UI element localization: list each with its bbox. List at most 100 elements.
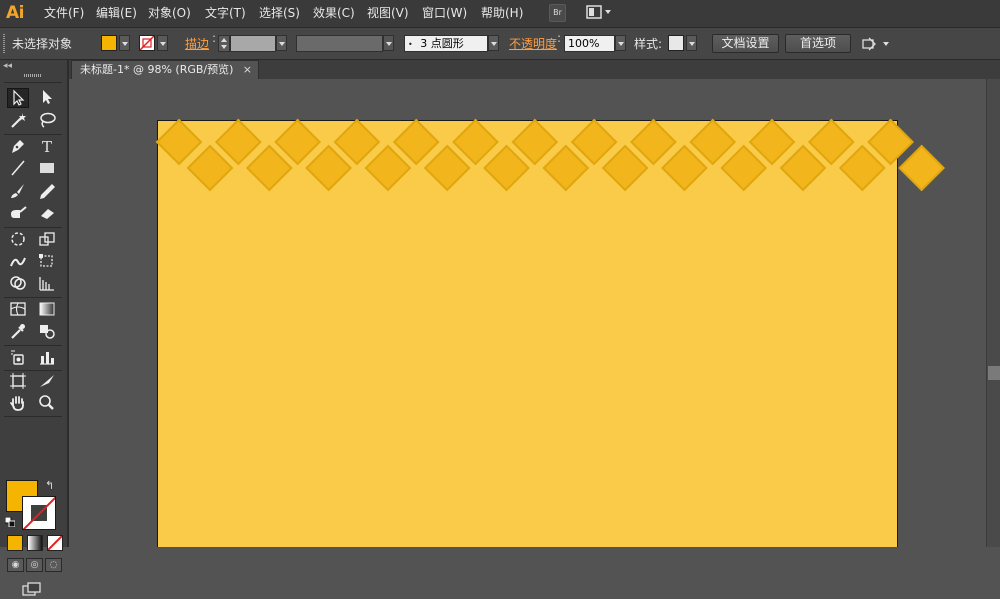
diamond-shape[interactable] — [689, 118, 737, 166]
diamond-shape[interactable] — [214, 118, 262, 166]
diamond-shape[interactable] — [601, 144, 649, 192]
diamond-shape[interactable] — [333, 118, 381, 166]
stroke-weight-dropdown[interactable] — [276, 35, 287, 51]
diamond-shape[interactable] — [186, 144, 234, 192]
zoom-tool[interactable] — [36, 394, 58, 414]
canvas-area[interactable] — [69, 79, 986, 547]
diamond-shape[interactable] — [155, 118, 203, 166]
menu-file[interactable]: 文件(F) — [44, 5, 84, 22]
brush-definition-field[interactable]: • 3 点圆形 — [404, 35, 488, 52]
perspective-grid-tool[interactable] — [36, 274, 58, 294]
collapse-panel-icon[interactable]: ◂◂ — [3, 61, 12, 71]
stroke-weight-stepper[interactable] — [218, 35, 230, 52]
lasso-tool[interactable] — [36, 111, 58, 131]
screen-mode-button[interactable] — [22, 582, 42, 596]
stroke-weight-field[interactable] — [230, 35, 276, 52]
none-mode-button[interactable] — [47, 535, 63, 551]
preferences-button[interactable]: 首选项 — [785, 34, 851, 53]
warp-tool[interactable] — [7, 252, 29, 272]
stroke-link[interactable]: 描边 — [185, 36, 209, 52]
diamond-shape[interactable] — [720, 144, 768, 192]
slice-tool[interactable] — [36, 372, 58, 392]
draw-inside-button[interactable]: ◌ — [45, 558, 62, 572]
blend-tool[interactable] — [36, 322, 58, 342]
menu-select[interactable]: 选择(S) — [259, 5, 300, 22]
fill-swatch[interactable] — [101, 35, 117, 51]
artboard-tool[interactable] — [7, 372, 29, 392]
magic-wand-tool[interactable] — [7, 111, 29, 131]
diamond-shape[interactable] — [898, 144, 946, 192]
bridge-button[interactable]: Br — [549, 4, 566, 22]
stroke-dropdown[interactable] — [157, 35, 168, 51]
menu-edit[interactable]: 编辑(E) — [96, 5, 137, 22]
scale-tool[interactable] — [36, 230, 58, 250]
diamond-shape[interactable] — [629, 118, 677, 166]
rectangle-tool[interactable] — [36, 159, 58, 179]
diamond-shape[interactable] — [807, 118, 855, 166]
pen-tool[interactable] — [7, 137, 29, 157]
diamond-shape[interactable] — [483, 144, 530, 192]
control-bar-grip[interactable] — [3, 34, 5, 54]
blob-brush-tool[interactable] — [7, 204, 29, 224]
profile-dropdown[interactable] — [383, 35, 394, 51]
menu-effect[interactable]: 效果(C) — [313, 5, 355, 22]
color-mode-button[interactable] — [7, 535, 23, 551]
diamond-shape[interactable] — [364, 144, 412, 192]
menu-window[interactable]: 窗口(W) — [422, 5, 467, 22]
graphic-style-swatch[interactable] — [668, 35, 684, 51]
paintbrush-tool[interactable] — [7, 182, 29, 202]
selection-tool[interactable] — [7, 88, 29, 108]
line-segment-tool[interactable] — [7, 159, 29, 179]
document-setup-button[interactable]: 文档设置 — [712, 34, 779, 53]
shape-builder-tool[interactable] — [7, 274, 29, 294]
direct-selection-tool[interactable] — [36, 88, 58, 108]
diamond-shape[interactable] — [423, 144, 471, 192]
mesh-tool[interactable] — [7, 300, 29, 320]
pencil-tool[interactable] — [36, 182, 58, 202]
menu-help[interactable]: 帮助(H) — [481, 5, 523, 22]
menu-object[interactable]: 对象(O) — [148, 5, 191, 22]
diamond-shape[interactable] — [511, 118, 559, 166]
diamond-shape[interactable] — [305, 144, 353, 192]
diamond-shape[interactable] — [274, 118, 322, 166]
diamond-shape[interactable] — [748, 118, 796, 166]
diamond-shape[interactable] — [570, 118, 618, 166]
diamond-shape[interactable] — [245, 144, 293, 192]
stroke-swatch[interactable] — [139, 35, 155, 51]
menu-view[interactable]: 视图(V) — [367, 5, 409, 22]
fill-dropdown[interactable] — [119, 35, 130, 51]
gradient-tool[interactable] — [36, 300, 58, 320]
gradient-mode-button[interactable] — [27, 535, 43, 551]
symbol-sprayer-tool[interactable] — [7, 348, 29, 368]
draw-behind-button[interactable]: ◎ — [26, 558, 43, 572]
align-options-button[interactable] — [861, 36, 891, 52]
free-transform-tool[interactable] — [36, 252, 58, 272]
diamond-shape[interactable] — [542, 144, 590, 192]
arrange-documents-button[interactable] — [585, 4, 613, 22]
variable-width-profile[interactable] — [296, 35, 383, 52]
menu-type[interactable]: 文字(T) — [205, 5, 246, 22]
scrollbar-thumb[interactable] — [988, 366, 1000, 380]
diamond-shape[interactable] — [867, 118, 915, 166]
diamond-shape[interactable] — [779, 144, 827, 192]
opacity-field[interactable]: 100% — [564, 35, 615, 52]
close-tab-icon[interactable]: × — [243, 63, 252, 77]
vertical-scrollbar[interactable] — [986, 79, 1000, 547]
graphic-style-dropdown[interactable] — [686, 35, 697, 51]
tools-panel-grip[interactable] — [24, 74, 42, 77]
type-tool[interactable]: T — [36, 137, 58, 157]
brush-dropdown[interactable] — [488, 35, 499, 51]
diamond-shape[interactable] — [660, 144, 708, 192]
opacity-dropdown[interactable] — [615, 35, 626, 51]
diamond-shape[interactable] — [392, 118, 440, 166]
diamond-shape[interactable] — [452, 118, 499, 166]
hand-tool[interactable] — [7, 394, 29, 414]
swap-fill-stroke-icon[interactable]: ↰ — [45, 479, 54, 492]
eyedropper-tool[interactable] — [7, 322, 29, 342]
document-tab[interactable]: 未标题-1* @ 98% (RGB/预览) × — [71, 60, 259, 79]
diamond-shape[interactable] — [838, 144, 886, 192]
eraser-tool[interactable] — [36, 204, 58, 224]
column-graph-tool[interactable] — [36, 348, 58, 368]
rotate-tool[interactable] — [7, 230, 29, 250]
default-fill-stroke-icon[interactable] — [5, 517, 15, 527]
